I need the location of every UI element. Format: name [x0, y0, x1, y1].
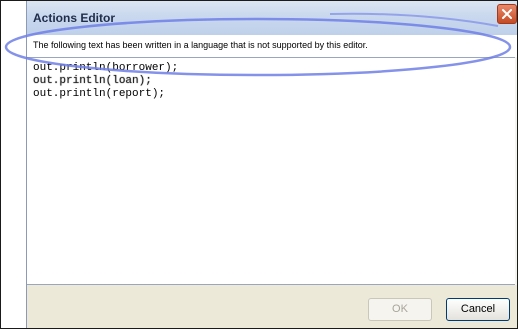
code-line: out.println(loan);: [33, 75, 152, 87]
code-line: out.println(borrower);: [33, 62, 179, 74]
dialog-title: Actions Editor: [33, 11, 116, 25]
code-editor[interactable]: out.println(borrower); out.println(loan)…: [27, 57, 515, 285]
cancel-button[interactable]: Cancel: [446, 298, 510, 321]
button-bar: OK Cancel: [27, 285, 517, 328]
code-line: out.println(report);: [33, 88, 166, 100]
title-bar[interactable]: Actions Editor: [27, 1, 517, 35]
actions-editor-dialog: Actions Editor The following text has be…: [26, 1, 517, 328]
close-button[interactable]: [497, 4, 517, 24]
background-window-edge: [1, 1, 26, 328]
unsupported-language-message: The following text has been written in a…: [33, 40, 368, 50]
ok-button[interactable]: OK: [368, 298, 432, 321]
close-icon: [502, 9, 512, 19]
info-bar: The following text has been written in a…: [27, 35, 517, 57]
